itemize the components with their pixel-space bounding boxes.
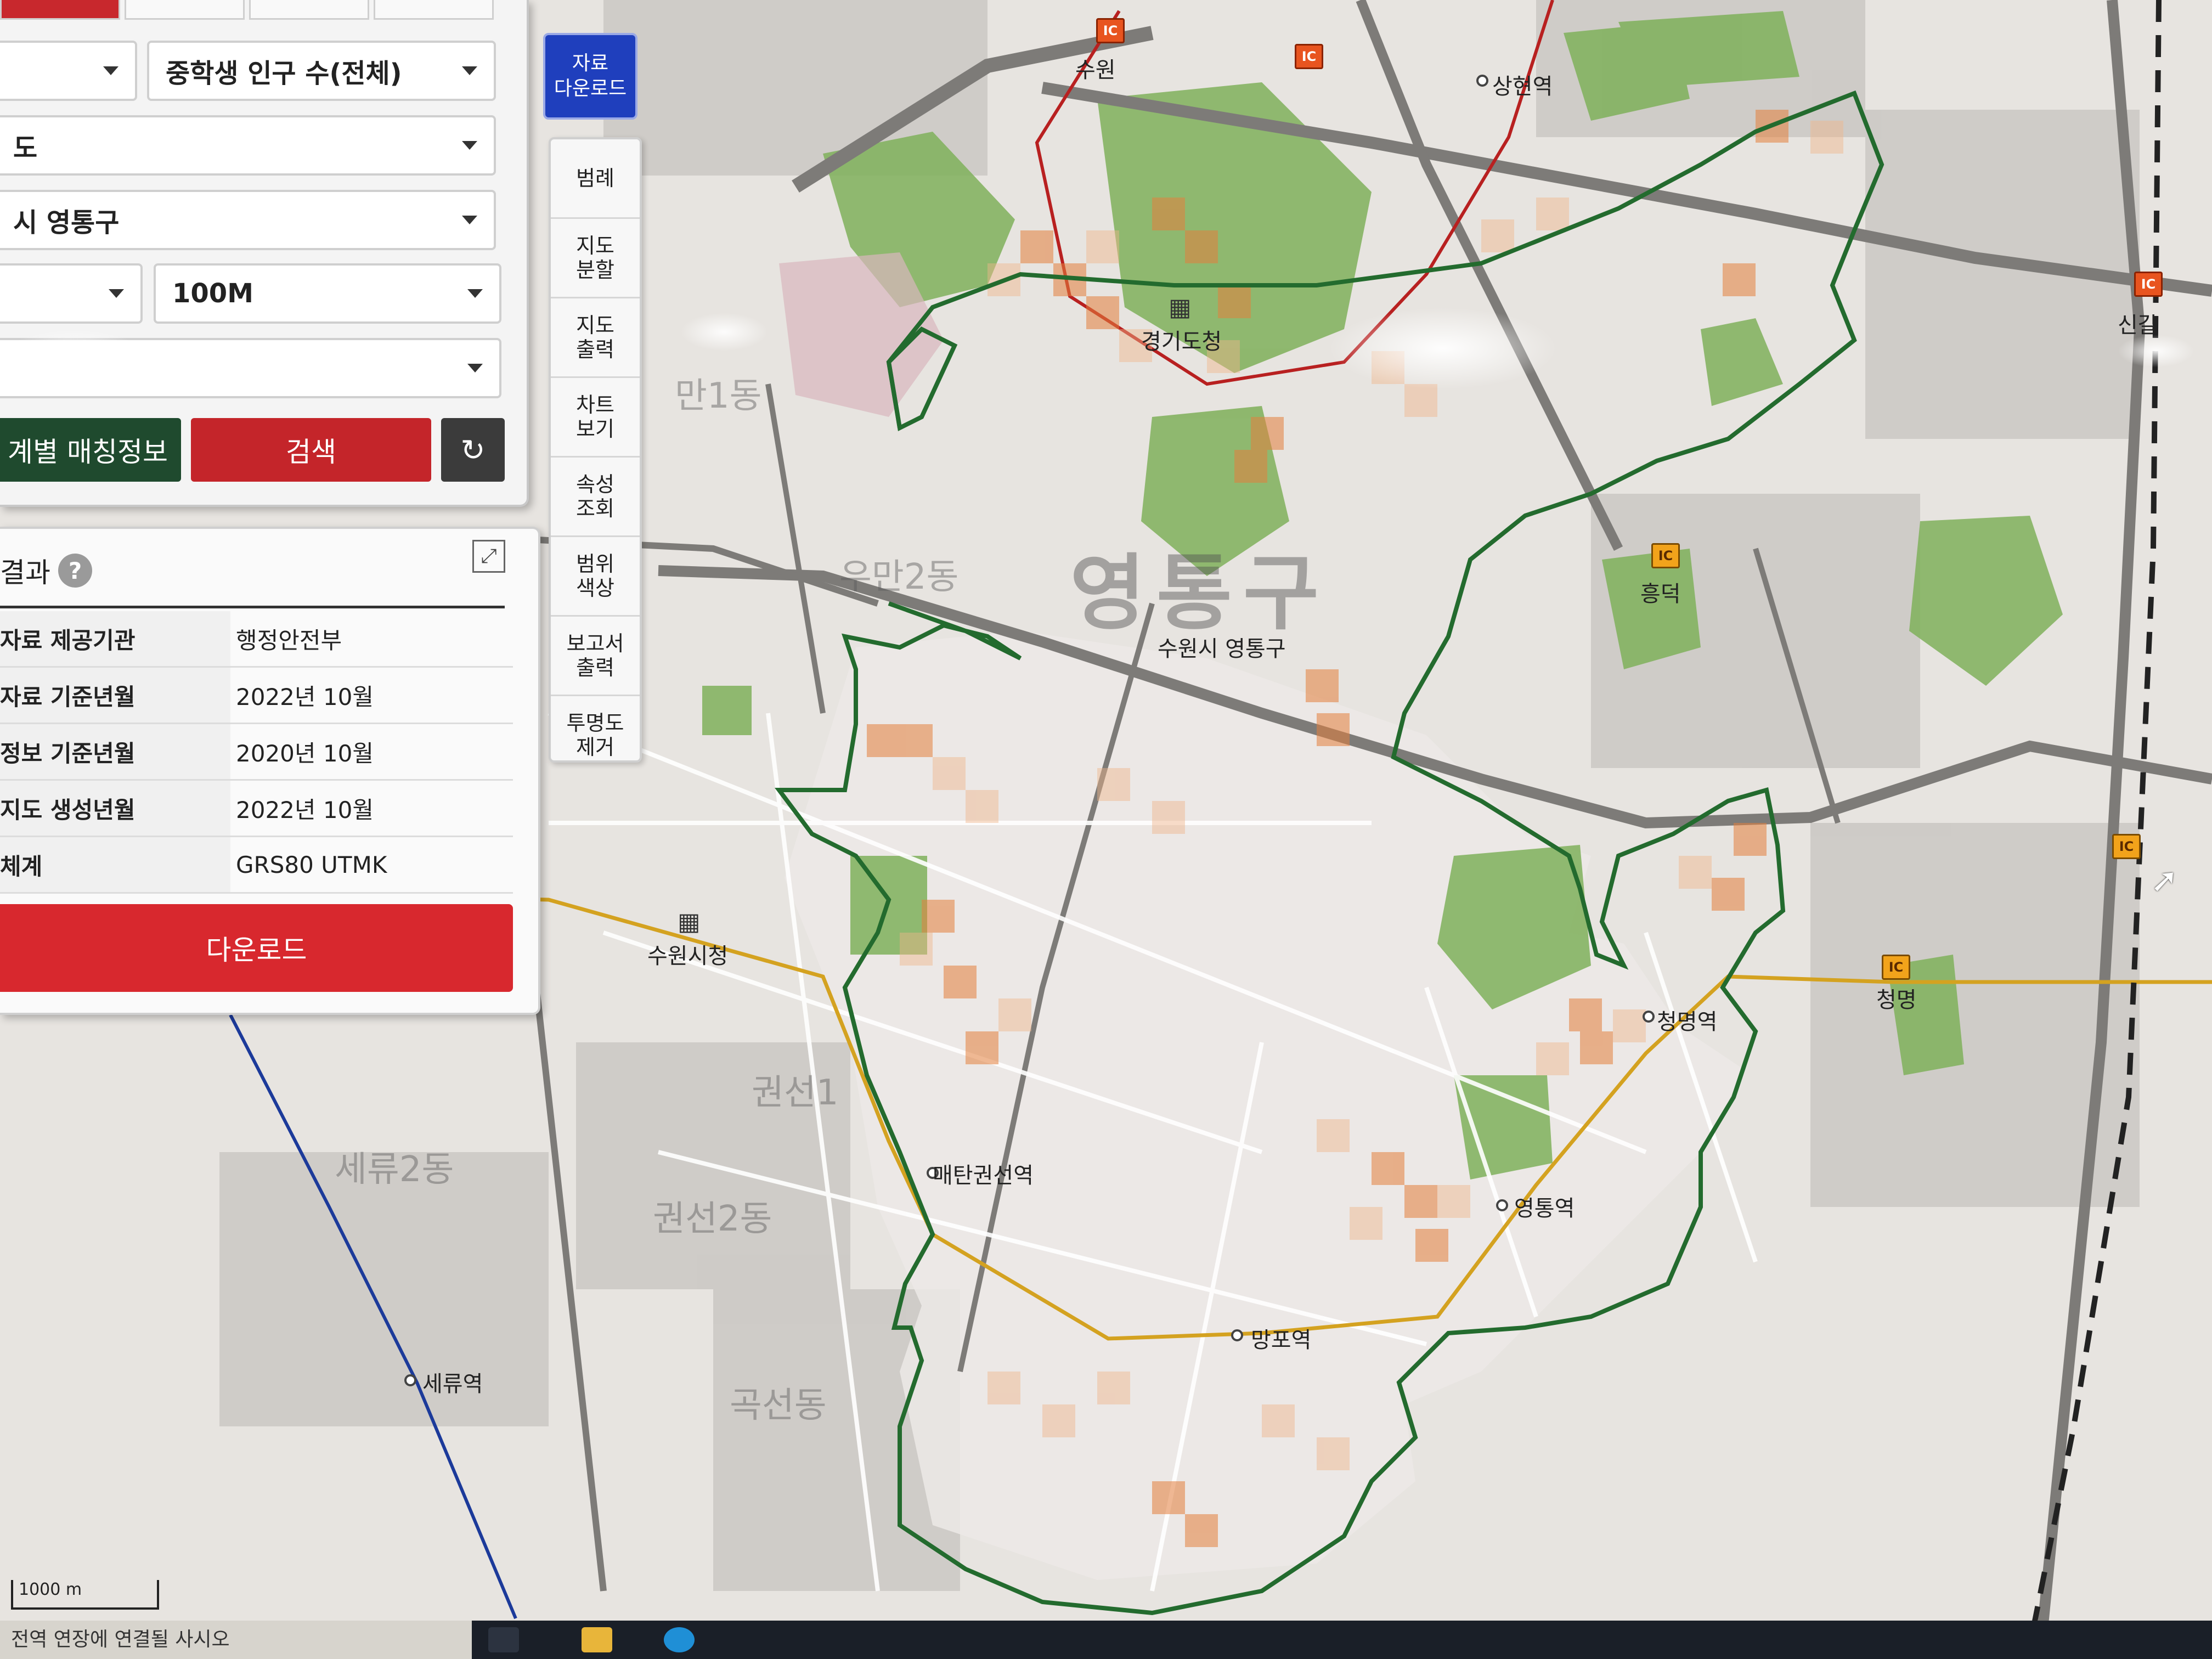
refresh-icon: ↻	[460, 432, 486, 467]
faint-label-gwonseon1: 권선1	[752, 1073, 839, 1113]
table-row: 체계 GRS80 UTMK	[0, 836, 513, 894]
province-select-value: 도	[13, 133, 38, 163]
tool-report-print[interactable]: 보고서 출력	[551, 617, 640, 696]
label-cheongmyeong-station: 청명역	[1657, 1009, 1718, 1035]
refresh-button[interactable]: ↻	[441, 418, 505, 482]
row-key: 자료 기준년월	[0, 667, 230, 724]
building-icon: ▦	[678, 908, 701, 936]
faint-label-gokseon: 곡선동	[730, 1385, 827, 1426]
results-title: 결과	[0, 557, 50, 589]
indicator-select-value: 중학생 인구 수(전체)	[166, 58, 402, 89]
task-view-icon[interactable]	[488, 1627, 519, 1652]
control-panel: 중학생 인구 수(전체) 도 시 영통구 100M 계별 매칭정보 검색 ↻	[0, 0, 529, 507]
category-select[interactable]	[0, 41, 137, 101]
province-select[interactable]: 도	[0, 115, 496, 176]
row-key: 체계	[0, 836, 230, 894]
ic-badge[interactable]: IC	[1096, 18, 1125, 43]
label-sanghyeon-station: 상현역	[1492, 74, 1553, 99]
tab[interactable]	[249, 0, 369, 20]
tool-legend[interactable]: 범례	[551, 139, 640, 219]
row-value: GRS80 UTMK	[230, 836, 513, 894]
label-mangpo-station: 망포역	[1251, 1328, 1312, 1353]
tool-remove-transparency[interactable]: 투명도 제거	[551, 696, 640, 774]
edge-browser-icon[interactable]	[664, 1627, 695, 1652]
row-value: 2022년 10월	[230, 667, 513, 724]
table-row: 지도 생성년월 2022년 10월	[0, 780, 513, 837]
tab[interactable]	[374, 0, 494, 20]
chevron-down-icon	[462, 141, 477, 150]
grid-size-select[interactable]: 100M	[154, 263, 501, 324]
building-icon: ▦	[1169, 294, 1192, 321]
label-gyeonggi-office: 경기도청	[1141, 329, 1222, 354]
search-button[interactable]: 검색	[191, 418, 431, 482]
ic-badge[interactable]: IC	[2112, 834, 2141, 859]
scale-bar: 1000 m	[11, 1580, 159, 1610]
ic-badge[interactable]: IC	[1882, 955, 1910, 980]
label-maetan-station: 매탄권선역	[933, 1163, 1034, 1188]
file-explorer-icon[interactable]	[582, 1627, 612, 1652]
ic-badge[interactable]: IC	[2134, 272, 2163, 297]
screen-glare	[680, 313, 768, 351]
district-select[interactable]: 시 영통구	[0, 190, 496, 250]
grid-size-select-value: 100M	[172, 278, 253, 309]
news-ticker: 전역 연장에 연결될 사시오	[0, 1621, 472, 1659]
label-cheongmyeong: 청명	[1876, 988, 1917, 1013]
map-tools-toolbar: 범례 지도 분할 지도 출력 차트 보기 속성 조회 범위 색상 보고서 출력 …	[549, 137, 642, 763]
data-download-button[interactable]: 자료 다운로드	[543, 33, 637, 120]
row-key: 정보 기준년월	[0, 723, 230, 781]
screen-glare	[1328, 307, 1558, 390]
results-header: 결과 ?	[0, 551, 92, 590]
chevron-down-icon	[462, 66, 477, 75]
tool-range-color[interactable]: 범위 색상	[551, 537, 640, 617]
chevron-down-icon	[462, 216, 477, 224]
expand-icon[interactable]: ⤢	[472, 540, 505, 573]
subregion-select[interactable]	[0, 263, 143, 324]
screen-glare	[2118, 335, 2194, 368]
district-select-value: 시 영통구	[13, 207, 120, 238]
table-row: 자료 기준년월 2022년 10월	[0, 667, 513, 724]
row-key: 지도 생성년월	[0, 780, 230, 837]
row-key: 자료 제공기관	[0, 611, 230, 668]
label-suwon-ic: 수원	[1075, 58, 1116, 83]
ic-badge[interactable]: IC	[1651, 543, 1680, 568]
chevron-down-icon	[103, 66, 119, 75]
divider	[0, 606, 505, 608]
row-value: 2022년 10월	[230, 780, 513, 837]
chevron-down-icon	[467, 289, 483, 298]
tool-print-map[interactable]: 지도 출력	[551, 298, 640, 378]
district-big-label: 영통구	[1070, 546, 1330, 641]
download-button[interactable]: 다운로드	[0, 904, 513, 992]
tab-bar	[0, 0, 494, 20]
ic-badge[interactable]: IC	[1295, 44, 1323, 69]
help-icon[interactable]: ?	[58, 554, 92, 588]
chevron-down-icon	[109, 289, 124, 298]
tab[interactable]	[125, 0, 245, 20]
faint-label-seryu2: 세류2동	[335, 1149, 454, 1190]
label-seryu-station: 세류역	[422, 1372, 483, 1397]
tool-attribute-query[interactable]: 속성 조회	[551, 458, 640, 537]
faint-label-gwonseon2: 권선2동	[653, 1199, 772, 1239]
district-label: 수원시 영통구	[1158, 636, 1286, 662]
mouse-cursor-icon: ➚	[2151, 861, 2179, 900]
table-row: 자료 제공기관 행정안전부	[0, 611, 513, 668]
faint-label-uman2: 우만2동	[839, 557, 959, 597]
chevron-down-icon	[467, 364, 483, 373]
tool-split-map[interactable]: 지도 분할	[551, 219, 640, 298]
results-table: 자료 제공기관 행정안전부 자료 기준년월 2022년 10월 정보 기준년월 …	[0, 611, 513, 894]
table-row: 정보 기준년월 2020년 10월	[0, 723, 513, 781]
screen-glare	[5, 329, 143, 379]
tool-chart-view[interactable]: 차트 보기	[551, 378, 640, 458]
row-value: 2020년 10월	[230, 723, 513, 781]
indicator-select[interactable]: 중학생 인구 수(전체)	[147, 41, 496, 101]
taskbar: 전역 연장에 연결될 사시오	[0, 1621, 2212, 1659]
matching-info-button[interactable]: 계별 매칭정보	[0, 418, 181, 482]
label-yeongtong-station: 영통역	[1514, 1196, 1575, 1221]
label-heungdeok: 흥덕	[1640, 582, 1681, 607]
row-value: 행정안전부	[230, 611, 513, 668]
faint-label-uman1: 만1동	[675, 376, 762, 416]
label-suwon-city-hall: 수원시청	[647, 944, 729, 969]
tab-active[interactable]	[0, 0, 120, 20]
